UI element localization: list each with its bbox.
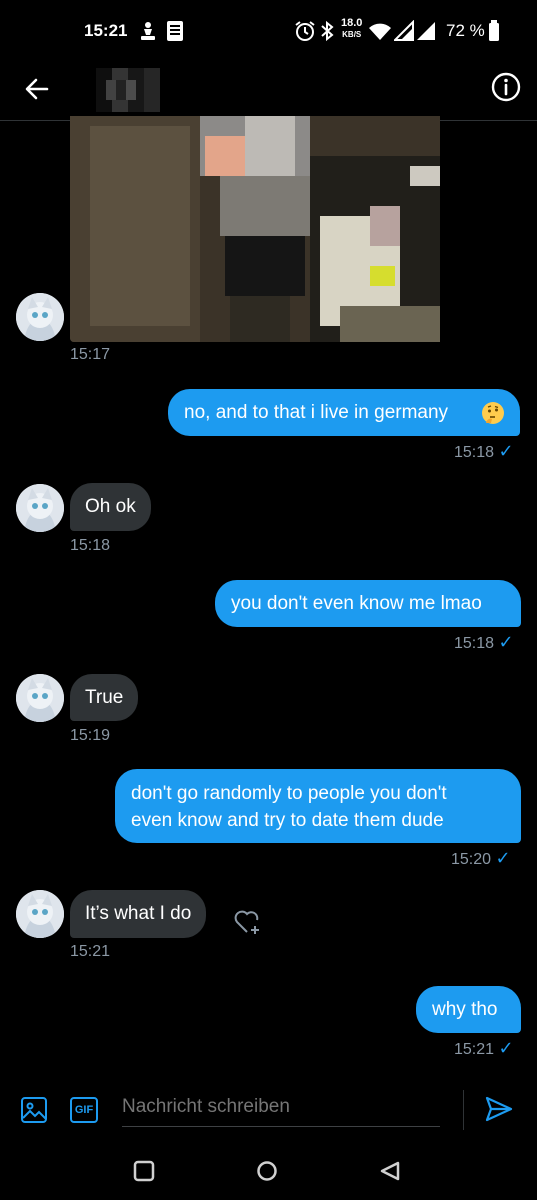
message-timestamp: 15:20 ✓ <box>451 848 511 869</box>
notes-icon <box>166 20 184 47</box>
gif-button[interactable]: GIF <box>70 1097 98 1123</box>
image-icon[interactable] <box>20 1096 48 1129</box>
send-icon[interactable] <box>484 1094 514 1129</box>
message-timestamp: 15:19 <box>70 727 111 744</box>
conversation-header <box>0 62 537 121</box>
system-navigation-bar <box>0 1140 537 1200</box>
received-message-bubble[interactable]: Oh ok <box>70 483 151 531</box>
back-nav-icon[interactable] <box>379 1160 401 1187</box>
message-text-line: don't go randomly to people you don't <box>131 783 447 804</box>
message-text: True <box>85 687 124 708</box>
avatar[interactable] <box>16 890 64 938</box>
chess-icon <box>137 20 159 47</box>
check-icon: ✓ <box>498 632 514 652</box>
avatar[interactable] <box>16 293 64 341</box>
avatar[interactable] <box>16 484 64 532</box>
heart-add-icon[interactable] <box>233 908 263 941</box>
arrow-left-icon[interactable] <box>22 74 52 104</box>
message-text: why tho <box>432 999 498 1020</box>
message-text: Oh ok <box>85 496 136 517</box>
net-speed-value: 18.0 <box>341 17 363 29</box>
signal-icon <box>416 20 436 47</box>
message-timestamp: 15:18 ✓ <box>454 632 514 653</box>
message-text: you don't even know me lmao <box>231 593 482 614</box>
sent-message-bubble[interactable]: why tho <box>416 986 521 1033</box>
net-speed: 18.0 KB/S <box>341 18 362 40</box>
message-input[interactable] <box>122 1088 440 1127</box>
message-time: 15:21 <box>454 1041 495 1058</box>
received-media-image[interactable] <box>70 116 440 342</box>
signal-icon <box>392 19 414 47</box>
status-bar: 15:21 18.0 KB/S 72 % <box>0 0 537 62</box>
contact-name-redacted[interactable] <box>96 68 160 112</box>
message-text: It’s what I do <box>85 903 192 924</box>
sent-message-bubble[interactable]: don't go randomly to people you don't ev… <box>115 769 521 843</box>
message-time: 15:18 <box>454 635 495 652</box>
check-icon: ✓ <box>498 1038 514 1058</box>
message-time: 15:18 <box>454 444 495 461</box>
sent-message-bubble[interactable]: no, and to that i live in germany <box>168 389 520 436</box>
received-message-bubble[interactable]: True <box>70 674 139 721</box>
message-timestamp: 15:21 ✓ <box>454 1038 514 1059</box>
message-text: no, and to that i live in germany <box>184 402 449 423</box>
message-timestamp: 15:21 <box>70 943 111 960</box>
battery-icon <box>488 20 500 47</box>
message-composer: GIF <box>0 1080 537 1140</box>
home-icon[interactable] <box>256 1160 278 1187</box>
bluetooth-icon <box>320 20 334 47</box>
message-time: 15:20 <box>451 851 492 868</box>
wifi-icon <box>368 20 392 47</box>
divider <box>463 1090 464 1130</box>
received-message-bubble[interactable]: It’s what I do <box>70 890 207 938</box>
avatar[interactable] <box>16 674 64 722</box>
sent-message-bubble[interactable]: you don't even know me lmao <box>215 580 521 627</box>
message-timestamp: 15:17 <box>70 346 111 363</box>
alarm-icon <box>294 20 316 47</box>
check-icon: ✓ <box>495 848 511 868</box>
recents-icon[interactable] <box>133 1160 155 1187</box>
battery-percent: 72 % <box>446 21 485 40</box>
check-icon: ✓ <box>498 441 514 461</box>
status-time: 15:21 <box>84 21 128 40</box>
message-timestamp: 15:18 <box>70 537 111 554</box>
message-text-line: even know and try to date them dude <box>131 810 444 831</box>
info-icon[interactable] <box>490 71 522 103</box>
thinking-face-emoji <box>481 401 505 433</box>
net-speed-unit: KB/S <box>342 30 362 39</box>
message-timestamp: 15:18 ✓ <box>454 441 514 462</box>
